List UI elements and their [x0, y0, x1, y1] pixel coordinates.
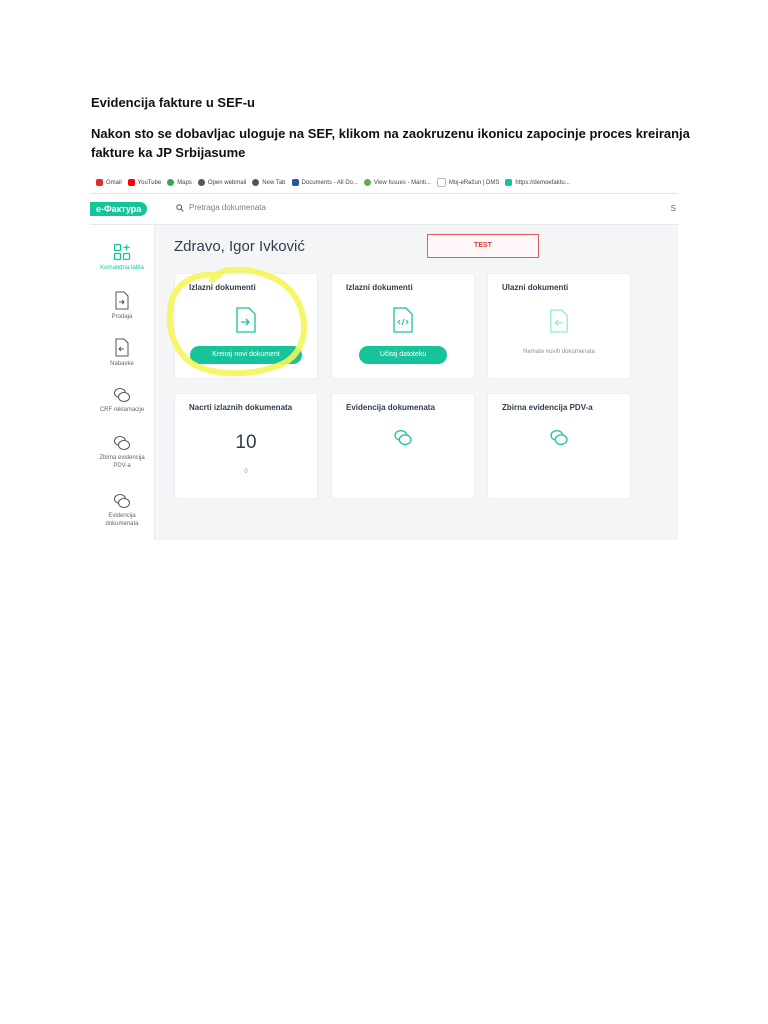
card-nacrti[interactable]: Nacrti izlaznih dokumenata 10 0 — [174, 393, 318, 499]
site-icon — [505, 179, 513, 186]
test-badge: TEST — [427, 234, 539, 258]
chat-icon — [114, 494, 130, 508]
card-evidencija-dokumenata[interactable]: Evidencija dokumenata — [331, 393, 475, 499]
page-icon — [436, 178, 446, 187]
greeting-heading: Zdravo, Igor Ivković — [174, 238, 305, 255]
bookmark-webmail[interactable]: Open webmail — [197, 179, 246, 186]
header-truncated-text: S — [670, 204, 676, 213]
dashboard-icon — [113, 243, 131, 261]
create-document-button[interactable]: Kreiraj novi dokument — [190, 346, 302, 364]
outgoing-document-icon — [236, 307, 256, 333]
bookmark-moj-eracun[interactable]: Moj-eRačun | DMS — [436, 178, 499, 187]
youtube-icon — [127, 179, 135, 186]
card-izlazni-kreiraj: Izlazni dokumenti Kreiraj novi dokument — [174, 273, 318, 379]
embedded-screenshot: Gmail YouTube Maps Open webmail New Tab … — [90, 172, 678, 540]
sidebar-item-crf-reklamacije[interactable]: CRF reklamacije — [90, 387, 154, 414]
bug-icon — [363, 179, 371, 186]
search-input[interactable]: Pretraga dokumenata — [176, 203, 266, 212]
sidebar-item-evidencija-dokumenata[interactable]: Evidencija dokumenata — [100, 493, 144, 528]
documents-icon — [291, 179, 299, 186]
sidebar: Komandna tabla Prodaja Nabavke CRF rekla… — [90, 225, 155, 540]
document-title: Evidencija fakture u SEF-u — [91, 95, 255, 110]
chat-icon — [114, 388, 130, 402]
chat-icon — [550, 429, 568, 446]
card-title: Izlazni dokumenti — [346, 283, 413, 292]
bookmark-maps[interactable]: Maps — [167, 179, 192, 186]
globe-icon — [252, 179, 260, 186]
bookmark-documents[interactable]: Documents - All Do... — [291, 179, 358, 186]
incoming-document-icon — [115, 338, 129, 357]
search-icon — [176, 203, 184, 212]
no-new-documents-note: Nemate novih dokumenata — [523, 349, 595, 355]
globe-icon — [197, 179, 205, 186]
card-zbirna-evidencija-pdv[interactable]: Zbirna evidencija PDV-a — [487, 393, 631, 499]
card-title: Zbirna evidencija PDV-a — [502, 403, 593, 412]
code-document-icon — [393, 307, 413, 333]
gmail-icon — [96, 179, 103, 186]
maps-icon — [167, 179, 175, 186]
sidebar-item-prodaja[interactable]: Prodaja — [90, 291, 154, 321]
app-header: е-Фактура Pretraga dokumenata S — [90, 194, 678, 225]
card-title: Ulazni dokumenti — [502, 283, 569, 292]
sidebar-item-zbirna-evidencija-pdv[interactable]: Zbirna evidencija PDV-a — [96, 435, 148, 470]
sidebar-item-nabavke[interactable]: Nabavke — [90, 338, 154, 368]
outgoing-document-icon — [115, 291, 129, 310]
upload-file-button[interactable]: Učitaj datoteku — [359, 346, 447, 364]
search-placeholder: Pretraga dokumenata — [189, 203, 266, 212]
drafts-count: 10 — [235, 432, 257, 453]
bookmark-view-issues[interactable]: View Issues - Manti... — [363, 179, 431, 186]
document-paragraph: Nakon sto se dobavljac uloguje na SEF, k… — [91, 126, 690, 160]
bookmark-demoefaktura[interactable]: https://demoefaktu... — [505, 179, 570, 186]
chat-icon — [394, 429, 412, 446]
chat-icon — [114, 436, 130, 450]
drafts-subcount: 0 — [244, 469, 248, 475]
bookmark-gmail[interactable]: Gmail — [96, 179, 122, 186]
efaktura-logo[interactable]: е-Фактура — [90, 202, 148, 216]
card-izlazni-ucitaj: Izlazni dokumenti Učitaj datoteku — [331, 273, 475, 379]
card-title: Nacrti izlaznih dokumenata — [189, 403, 293, 412]
card-title: Evidencija dokumenata — [346, 403, 435, 412]
bookmark-youtube[interactable]: YouTube — [127, 179, 161, 186]
sidebar-item-komandna-tabla[interactable]: Komandna tabla — [90, 243, 154, 272]
bookmarks-bar: Gmail YouTube Maps Open webmail New Tab … — [90, 172, 678, 194]
bookmark-new-tab[interactable]: New Tab — [252, 179, 286, 186]
card-title: Izlazni dokumenti — [189, 283, 256, 292]
incoming-document-icon — [550, 309, 568, 333]
card-ulazni: Ulazni dokumenti Nemate novih dokumenata — [487, 273, 631, 379]
